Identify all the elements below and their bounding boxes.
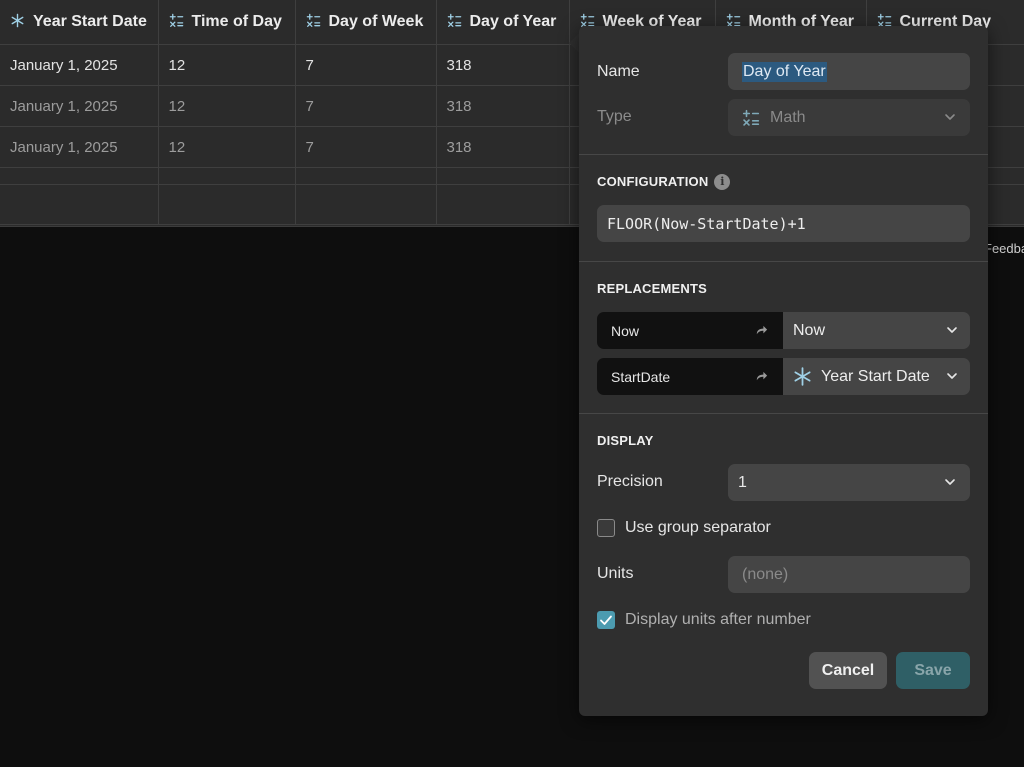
- column-header-label: Year Start Date: [33, 13, 147, 30]
- table-cell[interactable]: 7: [295, 85, 437, 127]
- table-cell[interactable]: 318: [436, 44, 570, 86]
- math-icon: [447, 13, 461, 27]
- name-field[interactable]: Day of Year: [728, 53, 970, 90]
- empty-cell: [0, 167, 159, 185]
- empty-cell: [158, 167, 296, 185]
- divider: [579, 413, 988, 414]
- replacement-key-label: Now: [611, 322, 640, 339]
- replacement-key-startdate: StartDate: [597, 358, 783, 395]
- replacement-value-select-startdate[interactable]: Year Start Date: [783, 358, 970, 395]
- table-cell[interactable]: 318: [436, 126, 570, 168]
- empty-cell: [295, 184, 437, 225]
- table-cell[interactable]: 12: [158, 126, 296, 168]
- empty-cell: [436, 184, 570, 225]
- column-header-year-start-date[interactable]: Year Start Date: [0, 0, 159, 45]
- cancel-button[interactable]: Cancel: [809, 652, 887, 689]
- math-icon: [306, 13, 320, 27]
- chevron-down-icon: [947, 373, 957, 379]
- feedback-link[interactable]: Feedback: [984, 241, 1024, 256]
- divider: [579, 154, 988, 155]
- group-separator-checkbox[interactable]: [597, 519, 615, 537]
- table-cell[interactable]: 12: [158, 44, 296, 86]
- table-cell[interactable]: January 1, 2025: [0, 44, 159, 86]
- replacement-value-label: Year Start Date: [821, 367, 930, 385]
- math-icon: [742, 109, 760, 126]
- empty-cell: [0, 184, 159, 225]
- name-field-value: Day of Year: [742, 61, 827, 82]
- replacements-heading: REPLACEMENTS: [597, 281, 708, 296]
- table-cell[interactable]: January 1, 2025: [0, 126, 159, 168]
- units-after-label: Display units after number: [625, 611, 811, 628]
- configuration-heading-label: CONFIGURATION: [597, 174, 709, 189]
- replacement-value-select-now[interactable]: Now: [783, 312, 970, 349]
- units-field[interactable]: [728, 556, 970, 593]
- column-header-day-of-week[interactable]: Day of Week: [295, 0, 437, 45]
- info-icon[interactable]: i: [714, 174, 731, 190]
- chevron-down-icon: [945, 479, 955, 485]
- replacement-key-label: StartDate: [611, 368, 671, 385]
- group-separator-label: Use group separator: [625, 519, 771, 536]
- column-edit-dialog: Name Day of Year Type Math CONFIGURATION…: [579, 26, 988, 716]
- precision-select[interactable]: 1: [728, 464, 970, 501]
- empty-cell: [436, 167, 570, 185]
- table-cell[interactable]: 7: [295, 126, 437, 168]
- column-header-label: Day of Week: [328, 13, 424, 30]
- formula-text: FLOOR(Now-StartDate)+1: [607, 214, 806, 233]
- precision-value: 1: [738, 473, 747, 491]
- asterisk-icon: [11, 13, 24, 28]
- column-header-label: Time of Day: [191, 13, 282, 30]
- column-header-time-of-day[interactable]: Time of Day: [158, 0, 296, 45]
- save-button[interactable]: Save: [896, 652, 970, 689]
- configuration-heading: CONFIGURATION i: [597, 174, 970, 190]
- units-after-checkbox[interactable]: [597, 611, 615, 629]
- table-cell[interactable]: January 1, 2025: [0, 85, 159, 127]
- table-cell[interactable]: 7: [295, 44, 437, 86]
- empty-cell: [158, 184, 296, 225]
- column-header-day-of-year[interactable]: Day of Year: [436, 0, 570, 45]
- display-heading: DISPLAY: [597, 433, 654, 448]
- type-select[interactable]: Math: [728, 99, 970, 136]
- divider: [579, 261, 988, 262]
- empty-cell: [295, 167, 437, 185]
- column-header-label: Day of Year: [469, 13, 557, 30]
- formula-input[interactable]: FLOOR(Now-StartDate)+1: [597, 205, 970, 242]
- chevron-down-icon: [945, 114, 955, 120]
- arrow-right-icon: [756, 371, 768, 381]
- replacement-key-now: Now: [597, 312, 783, 349]
- table-cell[interactable]: 12: [158, 85, 296, 127]
- math-icon: [169, 13, 183, 27]
- asterisk-icon: [794, 367, 811, 386]
- replacement-value-label: Now: [793, 321, 826, 339]
- arrow-right-icon: [756, 325, 768, 335]
- type-value: Math: [770, 108, 806, 126]
- table-cell[interactable]: 318: [436, 85, 570, 127]
- chevron-down-icon: [947, 327, 957, 333]
- checkmark-icon: [600, 615, 612, 625]
